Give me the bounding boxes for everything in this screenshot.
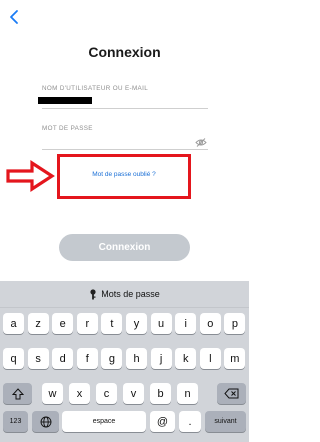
key-g[interactable]: g — [101, 348, 123, 369]
key-f[interactable]: f — [76, 348, 98, 369]
shift-key[interactable] — [3, 383, 32, 404]
keyboard: Mots de passe azertyuiop qsdfghjklm wxcv… — [0, 281, 249, 442]
key-w[interactable]: w — [42, 383, 63, 404]
globe-key[interactable] — [32, 411, 59, 432]
key-j[interactable]: j — [150, 348, 172, 369]
key-t[interactable]: t — [101, 313, 123, 334]
key-d[interactable]: d — [52, 348, 74, 369]
key-a[interactable]: a — [3, 313, 24, 334]
key-i[interactable]: i — [175, 313, 197, 334]
key-b[interactable]: b — [150, 383, 171, 404]
key-o[interactable]: o — [199, 313, 221, 334]
password-label: MOT DE PASSE — [42, 125, 93, 132]
key-v[interactable]: v — [123, 383, 144, 404]
key-e[interactable]: e — [52, 313, 74, 334]
password-autofill-bar[interactable]: Mots de passe — [0, 281, 249, 308]
key-y[interactable]: y — [126, 313, 147, 334]
dot-key[interactable]: . — [179, 411, 201, 432]
key-m[interactable]: m — [224, 348, 246, 369]
key-c[interactable]: c — [96, 383, 117, 404]
key-s[interactable]: s — [27, 348, 49, 369]
annotation-arrow — [4, 160, 56, 192]
space-key[interactable]: espace — [62, 411, 146, 432]
key-p[interactable]: p — [224, 313, 246, 334]
suggestion-label: Mots de passe — [101, 289, 160, 299]
username-field[interactable] — [42, 108, 208, 109]
key-l[interactable]: l — [199, 348, 221, 369]
key-x[interactable]: x — [69, 383, 90, 404]
key-z[interactable]: z — [27, 313, 49, 334]
key-q[interactable]: q — [3, 348, 24, 369]
login-button[interactable]: Connexion — [59, 234, 190, 261]
key-u[interactable]: u — [150, 313, 172, 334]
backspace-icon — [224, 388, 239, 399]
key-n[interactable]: n — [177, 383, 198, 404]
key-icon — [89, 288, 97, 300]
key-h[interactable]: h — [126, 348, 147, 369]
eye-slash-icon[interactable] — [195, 138, 207, 147]
key-r[interactable]: r — [76, 313, 98, 334]
key-k[interactable]: k — [175, 348, 197, 369]
page-title: Connexion — [88, 44, 161, 60]
next-key[interactable]: suivant — [205, 411, 246, 432]
at-key[interactable]: @ — [150, 411, 175, 432]
numbers-key[interactable]: 123 — [3, 411, 28, 432]
backspace-key[interactable] — [217, 383, 246, 404]
username-label: NOM D'UTILISATEUR OU E-MAIL — [42, 85, 149, 92]
globe-icon — [40, 416, 52, 428]
username-field-redacted-value[interactable] — [38, 97, 92, 104]
forgot-password-link[interactable]: Mot de passe oublié ? — [60, 171, 188, 178]
password-field[interactable] — [42, 149, 208, 150]
back-chevron-icon[interactable] — [8, 8, 22, 26]
shift-icon — [11, 387, 24, 400]
